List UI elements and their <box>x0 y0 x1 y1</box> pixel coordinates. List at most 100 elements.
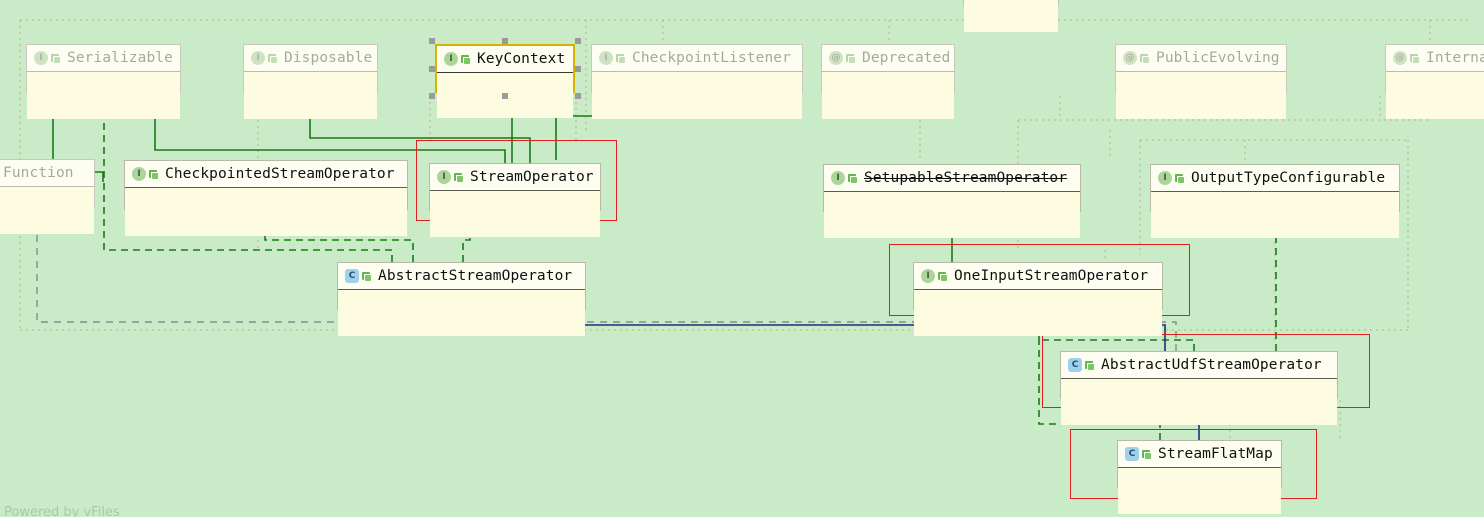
node-streamoperator-label: StreamOperator <box>470 169 594 185</box>
node-serializable[interactable]: I Serializable <box>26 44 181 119</box>
node-publicevolving[interactable]: @ PublicEvolving <box>1115 44 1287 119</box>
node-internal-header: @ Internal <box>1386 45 1484 72</box>
annotation-icon: @ <box>1123 51 1137 65</box>
interface-icon: I <box>1158 171 1172 185</box>
node-abstractstreamoperator[interactable]: C AbstractStreamOperator <box>337 262 586 336</box>
link-glyph-icon <box>616 53 626 64</box>
node-streamflatmap-body <box>1118 468 1281 514</box>
link-glyph-icon <box>268 53 278 64</box>
node-checkpointedstreamoperator[interactable]: I CheckpointedStreamOperator <box>124 160 408 236</box>
node-checkpointlistener-label: CheckpointListener <box>632 50 791 66</box>
link-glyph-icon <box>1175 173 1185 184</box>
node-setupablestreamoperator-label: SetupableStreamOperator <box>864 170 1068 186</box>
node-abstractudfstreamoperator-body <box>1061 379 1337 425</box>
node-serializable-label: Serializable <box>67 50 173 66</box>
node-outputtypeconfigurable-label: OutputTypeConfigurable <box>1191 170 1386 186</box>
selection-handle-s[interactable] <box>502 93 508 99</box>
interface-icon: I <box>831 171 845 185</box>
node-checkpointedstreamoperator-label: CheckpointedStreamOperator <box>165 166 395 182</box>
interface-icon: I <box>437 170 451 184</box>
node-clipped-top-body <box>964 0 1058 32</box>
node-publicevolving-body <box>1116 72 1286 119</box>
node-setupablestreamoperator[interactable]: I SetupableStreamOperator <box>823 164 1081 238</box>
node-setupablestreamoperator-body <box>824 192 1080 238</box>
class-icon: C <box>345 269 359 283</box>
node-streamoperator-body <box>430 191 600 237</box>
selection-handle-e[interactable] <box>575 66 581 72</box>
interface-icon: I <box>132 167 146 181</box>
node-setupablestreamoperator-header: I SetupableStreamOperator <box>824 165 1080 192</box>
node-function[interactable]: I Function <box>0 159 95 234</box>
link-glyph-icon <box>1410 53 1420 64</box>
node-internal[interactable]: @ Internal <box>1385 44 1484 119</box>
node-serializable-header: I Serializable <box>27 45 180 72</box>
node-checkpointlistener-body <box>592 72 802 119</box>
node-oneinputstreamoperator-header: I OneInputStreamOperator <box>914 263 1162 290</box>
node-serializable-body <box>27 72 180 119</box>
link-glyph-icon <box>846 53 856 64</box>
node-disposable-body <box>244 72 377 119</box>
node-checkpointlistener[interactable]: I CheckpointListener <box>591 44 803 119</box>
interface-icon: I <box>34 51 48 65</box>
interface-icon: I <box>599 51 613 65</box>
selection-handle-sw[interactable] <box>429 93 435 99</box>
node-streamflatmap-header: C StreamFlatMap <box>1118 441 1281 468</box>
link-glyph-icon <box>454 172 464 183</box>
node-publicevolving-label: PublicEvolving <box>1156 50 1280 66</box>
node-function-body <box>0 187 94 234</box>
node-deprecated-label: Deprecated <box>862 50 951 66</box>
node-publicevolving-header: @ PublicEvolving <box>1116 45 1286 72</box>
node-streamoperator-header: I StreamOperator <box>430 164 600 191</box>
selection-handle-w[interactable] <box>429 66 435 72</box>
link-glyph-icon <box>1085 360 1095 371</box>
selection-handle-se[interactable] <box>575 93 581 99</box>
link-glyph-icon <box>938 271 948 282</box>
node-internal-label: Internal <box>1426 50 1484 66</box>
node-function-header: I Function <box>0 160 94 187</box>
link-glyph-icon <box>149 169 159 180</box>
node-outputtypeconfigurable-header: I OutputTypeConfigurable <box>1151 165 1399 192</box>
node-abstractstreamoperator-label: AbstractStreamOperator <box>378 268 573 284</box>
interface-icon: I <box>251 51 265 65</box>
node-abstractudfstreamoperator-header: C AbstractUdfStreamOperator <box>1061 352 1337 379</box>
node-disposable-label: Disposable <box>284 50 373 66</box>
annotation-icon: @ <box>829 51 843 65</box>
watermark: Powered by vFiles <box>4 505 120 517</box>
class-icon: C <box>1068 358 1082 372</box>
selection-handle-nw[interactable] <box>429 38 435 44</box>
node-function-label: Function <box>3 165 74 181</box>
link-glyph-icon <box>848 173 858 184</box>
selection-handle-ne[interactable] <box>575 38 581 44</box>
node-oneinputstreamoperator[interactable]: I OneInputStreamOperator <box>913 262 1163 336</box>
node-deprecated-body <box>822 72 954 119</box>
node-deprecated-header: @ Deprecated <box>822 45 954 72</box>
uml-diagram-canvas[interactable]: I Serializable I Disposable I KeyContext <box>0 0 1484 517</box>
interface-icon: I <box>921 269 935 283</box>
selection-handle-n[interactable] <box>502 38 508 44</box>
link-glyph-icon <box>1142 449 1152 460</box>
link-glyph-icon <box>1140 53 1150 64</box>
node-outputtypeconfigurable[interactable]: I OutputTypeConfigurable <box>1150 164 1400 238</box>
link-glyph-icon <box>362 271 372 282</box>
class-icon: C <box>1125 447 1139 461</box>
node-outputtypeconfigurable-body <box>1151 192 1399 238</box>
node-clipped-top[interactable] <box>963 0 1059 32</box>
link-glyph-icon <box>51 53 61 64</box>
selection-handles[interactable] <box>429 38 581 99</box>
node-streamflatmap[interactable]: C StreamFlatMap <box>1117 440 1282 514</box>
node-abstractstreamoperator-header: C AbstractStreamOperator <box>338 263 585 290</box>
node-deprecated[interactable]: @ Deprecated <box>821 44 955 119</box>
node-abstractudfstreamoperator-label: AbstractUdfStreamOperator <box>1101 357 1322 373</box>
node-checkpointedstreamoperator-header: I CheckpointedStreamOperator <box>125 161 407 188</box>
node-internal-body <box>1386 72 1484 119</box>
node-abstractudfstreamoperator[interactable]: C AbstractUdfStreamOperator <box>1060 351 1338 425</box>
node-checkpointedstreamoperator-body <box>125 188 407 236</box>
node-oneinputstreamoperator-label: OneInputStreamOperator <box>954 268 1149 284</box>
node-oneinputstreamoperator-body <box>914 290 1162 336</box>
node-disposable[interactable]: I Disposable <box>243 44 378 119</box>
node-abstractstreamoperator-body <box>338 290 585 336</box>
node-checkpointlistener-header: I CheckpointListener <box>592 45 802 72</box>
node-disposable-header: I Disposable <box>244 45 377 72</box>
node-streamoperator[interactable]: I StreamOperator <box>429 163 601 237</box>
node-streamflatmap-label: StreamFlatMap <box>1158 446 1273 462</box>
